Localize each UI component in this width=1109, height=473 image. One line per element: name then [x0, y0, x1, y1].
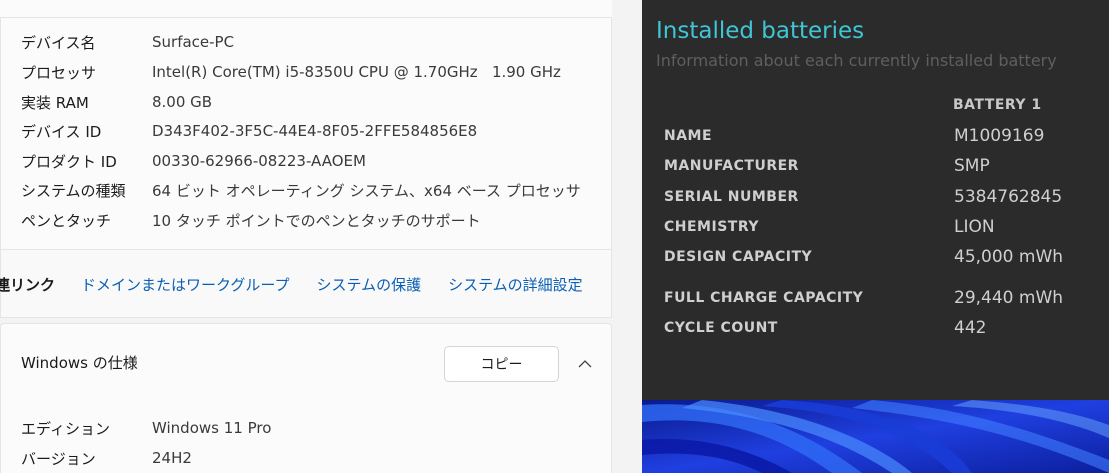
battery-value: M1009169 [954, 126, 1045, 146]
battery-column-header: BATTERY 1 [953, 97, 1042, 113]
battery-value: 29,440 mWh [954, 288, 1064, 308]
settings-card-top-edge [0, 0, 612, 18]
spec-value: 64 ビット オペレーティング システム、x64 ベース プロセッサ [152, 181, 581, 200]
related-links-row: 連リンク ドメインまたはワークグループ システムの保護 システムの詳細設定 [0, 250, 610, 318]
battery-label: CHEMISTRY [664, 219, 759, 235]
spec-label: デバイス ID [21, 122, 102, 141]
spec-row-ram: 実装 RAM 8.00 GB [21, 88, 212, 116]
battery-report-panel: Installed batteries Information about ea… [642, 0, 1109, 400]
battery-value: 442 [954, 318, 987, 338]
battery-label: DESIGN CAPACITY [664, 249, 813, 265]
spec-value: 00330-62966-08223-AAOEM [152, 152, 366, 170]
battery-value: 45,000 mWh [954, 247, 1064, 267]
spec-value: Surface-PC [152, 33, 235, 51]
windows-spec-title: Windows の仕様 [21, 354, 138, 372]
desktop-wallpaper-image [642, 400, 1109, 473]
battery-value: LION [954, 217, 995, 237]
link-system-protection[interactable]: システムの保護 [317, 274, 422, 295]
link-advanced-system-settings[interactable]: システムの詳細設定 [448, 274, 583, 295]
spec-value: 24H2 [152, 449, 192, 467]
spec-row-product-id: プロダクト ID 00330-62966-08223-AAOEM [21, 147, 366, 175]
spec-row-processor: プロセッサ Intel(R) Core(TM) i5-8350U CPU @ 1… [21, 58, 561, 86]
battery-row-design-capacity: DESIGN CAPACITY 45,000 mWh [664, 245, 1094, 269]
spec-value: Intel(R) Core(TM) i5-8350U CPU @ 1.70GHz… [152, 63, 561, 81]
spec-value: 8.00 GB [152, 93, 213, 111]
device-specifications-card: デバイス名 Surface-PC プロセッサ Intel(R) Core(TM)… [0, 18, 612, 250]
battery-row-serial-number: SERIAL NUMBER 5384762845 [664, 185, 1094, 209]
battery-row-manufacturer: MANUFACTURER SMP [664, 154, 1094, 178]
spec-row-device-name: デバイス名 Surface-PC [21, 28, 234, 56]
copy-button[interactable]: コピー [444, 346, 559, 382]
chevron-up-icon[interactable] [575, 354, 595, 374]
windows-spec-body: エディション Windows 11 Pro バージョン 24H2 [0, 404, 612, 473]
battery-row-chemistry: CHEMISTRY LION [664, 215, 1094, 239]
spec-label: プロダクト ID [21, 152, 117, 171]
spec-label: 実装 RAM [21, 93, 89, 112]
battery-label: SERIAL NUMBER [664, 189, 799, 205]
spec-row-version: バージョン 24H2 [21, 444, 192, 472]
battery-report-window: Installed batteries Information about ea… [642, 0, 1109, 473]
spec-row-edition: エディション Windows 11 Pro [21, 414, 271, 442]
spec-label: ペンとタッチ [21, 211, 112, 230]
related-links-title: 連リンク [0, 275, 56, 294]
battery-value: 5384762845 [954, 187, 1063, 207]
spec-value: D343F402-3F5C-44E4-8F05-2FFE584856E8 [152, 122, 478, 140]
spec-label: システムの種類 [21, 181, 126, 200]
spec-label: プロセッサ [21, 63, 97, 82]
report-title: Installed batteries [656, 18, 865, 44]
battery-value: SMP [954, 156, 990, 176]
spec-value: Windows 11 Pro [152, 419, 272, 437]
battery-label: CYCLE COUNT [664, 320, 778, 336]
battery-row-full-charge-capacity: FULL CHARGE CAPACITY 29,440 mWh [664, 286, 1094, 310]
battery-row-name: NAME M1009169 [664, 124, 1094, 148]
spec-value: 10 タッチ ポイントでのペンとタッチのサポート [152, 211, 481, 230]
spec-row-pen-touch: ペンとタッチ 10 タッチ ポイントでのペンとタッチのサポート [21, 206, 481, 234]
windows-spec-header[interactable]: Windows の仕様 コピー [0, 323, 612, 405]
battery-row-cycle-count: CYCLE COUNT 442 [664, 316, 1094, 340]
spec-label: デバイス名 [21, 33, 96, 52]
battery-label: MANUFACTURER [664, 158, 799, 174]
spec-label: バージョン [21, 449, 96, 468]
settings-about-page: デバイス名 Surface-PC プロセッサ Intel(R) Core(TM)… [0, 0, 642, 473]
related-links-card: 連リンク ドメインまたはワークグループ システムの保護 システムの詳細設定 [0, 250, 612, 318]
copy-button-label: コピー [480, 357, 523, 373]
link-domain-workgroup[interactable]: ドメインまたはワークグループ [81, 274, 290, 295]
battery-label: NAME [664, 128, 713, 144]
battery-label: FULL CHARGE CAPACITY [664, 290, 864, 306]
spec-label: エディション [21, 419, 110, 438]
spec-row-system-type: システムの種類 64 ビット オペレーティング システム、x64 ベース プロセ… [21, 176, 581, 204]
report-subtitle: Information about each currently install… [656, 51, 1057, 70]
spec-row-device-id: デバイス ID D343F402-3F5C-44E4-8F05-2FFE5848… [21, 117, 477, 145]
